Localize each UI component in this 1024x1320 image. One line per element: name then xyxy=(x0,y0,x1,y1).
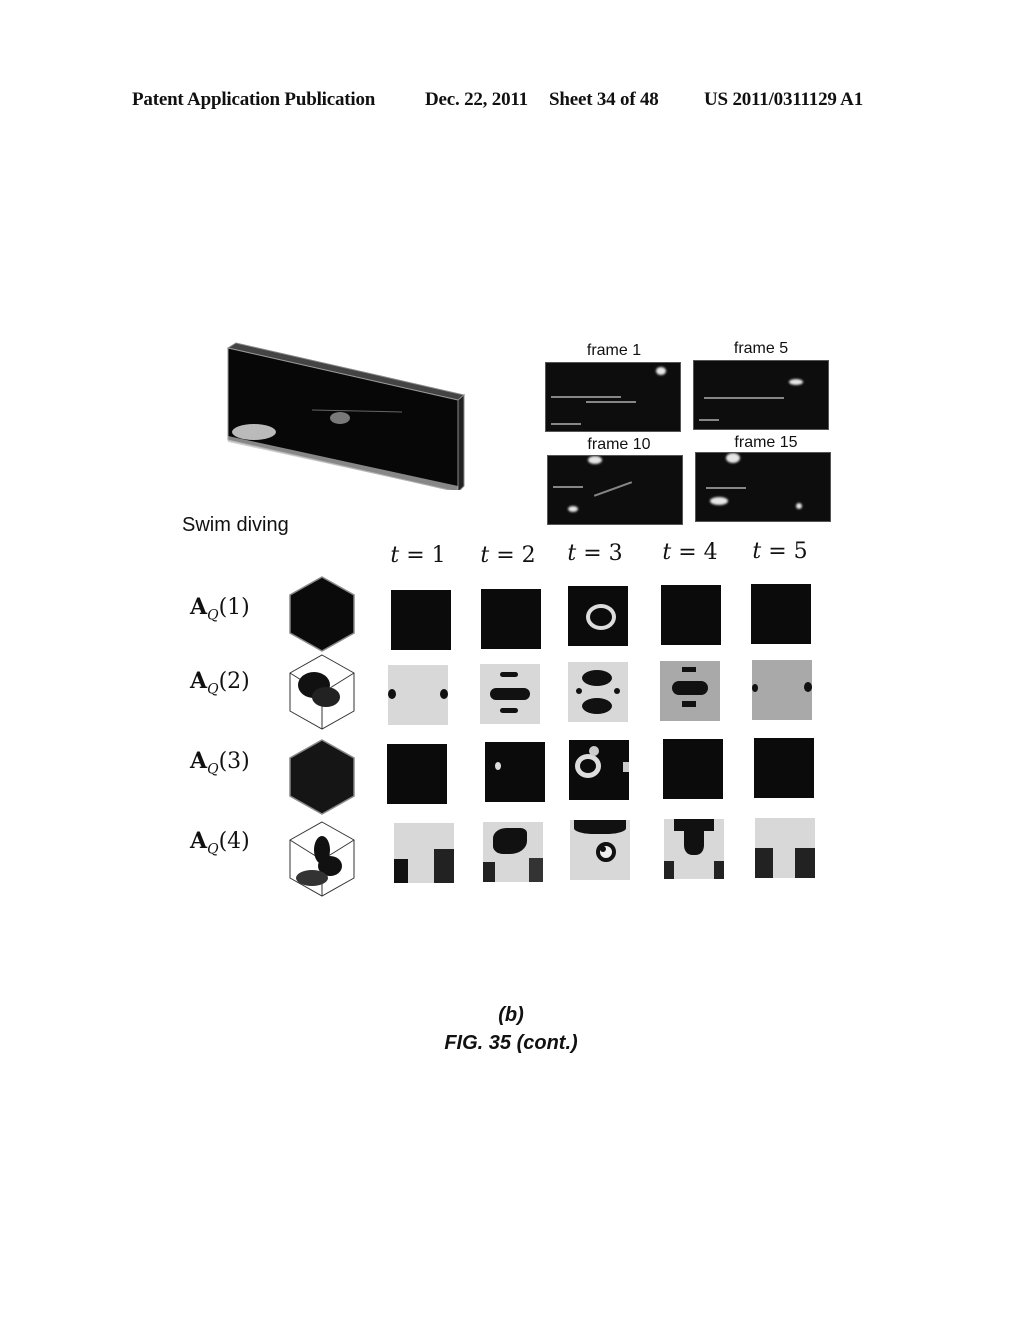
frame-15-label: frame 15 xyxy=(734,434,798,451)
cell-aq2-t3 xyxy=(568,662,628,722)
patent-number: US 2011/0311129 A1 xyxy=(704,89,863,110)
frame-10-image xyxy=(547,455,683,525)
frame-5-image xyxy=(693,360,829,430)
row-label-aq3: AQ(3) xyxy=(190,748,250,778)
cell-aq2-t5 xyxy=(752,660,812,720)
row-label-aq1: AQ(1) xyxy=(190,594,250,624)
publication-type: Patent Application Publication xyxy=(132,89,376,110)
cell-aq2-t1 xyxy=(388,665,448,725)
sheet-number: Sheet 34 of 48 xyxy=(549,89,659,110)
time-label-3: t = 3 xyxy=(567,541,623,566)
time-label-5: t = 5 xyxy=(752,539,808,564)
frame-15-image xyxy=(695,452,831,522)
time-label-1: t = 1 xyxy=(390,543,446,568)
cell-aq4-t1 xyxy=(394,823,454,883)
cell-aq2-t4 xyxy=(660,661,720,721)
time-label-2: t = 2 xyxy=(480,543,536,568)
video-title: Swim diving xyxy=(182,514,289,536)
cell-aq1-t5 xyxy=(751,584,811,644)
frame-10-label: frame 10 xyxy=(587,436,651,453)
cell-aq4-t3 xyxy=(570,820,630,880)
cell-aq4-t4 xyxy=(664,819,724,879)
cell-aq1-t3 xyxy=(568,586,628,646)
row-label-aq2: AQ(2) xyxy=(190,668,250,698)
sub-figure-label: (b) xyxy=(498,1004,524,1026)
cell-aq3-t1 xyxy=(387,744,447,804)
frame-1-label: frame 1 xyxy=(586,342,642,359)
time-label-4: t = 4 xyxy=(662,540,718,565)
cell-aq1-t1 xyxy=(391,590,451,650)
cell-aq3-t4 xyxy=(663,739,723,799)
frame-1-image xyxy=(545,362,681,432)
cube-plot-aq4 xyxy=(286,820,358,900)
cube-plot-aq3 xyxy=(286,738,358,818)
cell-aq1-t2 xyxy=(481,589,541,649)
publication-date: Dec. 22, 2011 xyxy=(425,89,528,110)
cell-aq3-t2 xyxy=(485,742,545,802)
cube-plot-aq1 xyxy=(286,575,358,655)
cell-aq2-t2 xyxy=(480,664,540,724)
figure-caption: FIG. 35 (cont.) xyxy=(444,1032,578,1054)
frame-5-label: frame 5 xyxy=(733,340,789,357)
cell-aq3-t5 xyxy=(754,738,814,798)
video-volume-image xyxy=(222,340,467,494)
cube-plot-aq2 xyxy=(286,653,358,733)
row-label-aq4: AQ(4) xyxy=(190,828,250,858)
cell-aq3-t3 xyxy=(569,740,629,800)
cell-aq4-t5 xyxy=(755,818,815,878)
cell-aq1-t4 xyxy=(661,585,721,645)
cell-aq4-t2 xyxy=(483,822,543,882)
